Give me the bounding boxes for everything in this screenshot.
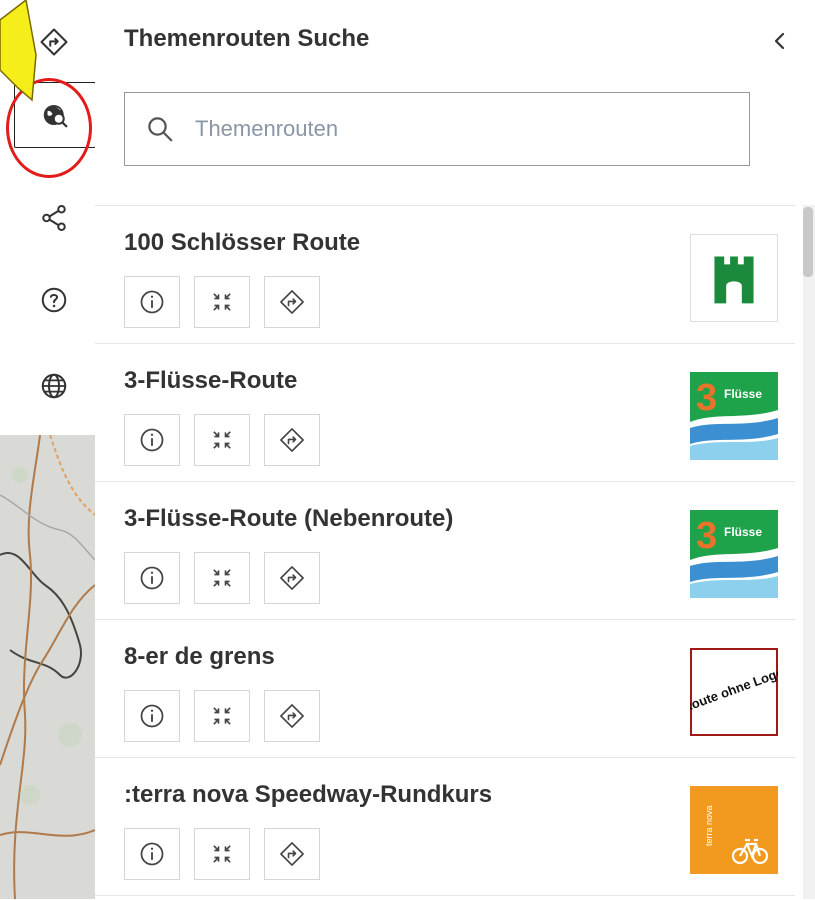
collapse-arrows-icon [213, 293, 231, 311]
info-icon [140, 704, 164, 728]
zoom-to-route-button[interactable] [194, 690, 250, 742]
zoom-to-route-button[interactable] [194, 414, 250, 466]
list-scrollbar[interactable] [803, 205, 815, 899]
logo-text: terra nova [704, 805, 714, 846]
list-item: 3-Flüsse-Route (Nebenroute) 3 Flüsse [95, 482, 795, 620]
info-icon [140, 842, 164, 866]
scrollbar-thumb[interactable] [803, 207, 813, 277]
route-title: 100 Schlösser Route [124, 229, 361, 256]
route-list[interactable]: 100 Schlösser Route 3-Flüsse-Route 3 Flü… [95, 205, 795, 900]
route-directions-button[interactable] [264, 552, 320, 604]
language-globe-icon [41, 373, 67, 399]
zoom-to-route-button[interactable] [194, 552, 250, 604]
directions-icon [280, 842, 304, 866]
route-ohne-logo: Route ohne Logo [690, 648, 778, 736]
zoom-to-route-button[interactable] [194, 828, 250, 880]
logo-number: 3 [696, 377, 717, 419]
search-icon [148, 117, 173, 142]
route-search-panel: Themenrouten Suche 100 Schlösser Route [95, 0, 815, 899]
highlight-arrow-annotation [0, 0, 37, 102]
chevron-left-icon [774, 32, 785, 50]
route-title: 3-Flüsse-Route [124, 367, 298, 394]
terra-nova-logo: terra nova [690, 786, 778, 874]
collapse-arrows-icon [213, 431, 231, 449]
collapse-panel-button[interactable] [765, 24, 795, 58]
list-item: :terra nova Speedway-Rundkurs terra nova [95, 758, 795, 896]
collapse-arrows-icon [213, 569, 231, 587]
rail-language-button[interactable] [14, 354, 94, 418]
info-button[interactable] [124, 414, 180, 466]
directions-icon [280, 704, 304, 728]
route-directions-button[interactable] [264, 276, 320, 328]
zoom-to-route-button[interactable] [194, 276, 250, 328]
route-directions-button[interactable] [264, 414, 320, 466]
directions-icon [280, 290, 304, 314]
route-directions-button[interactable] [264, 828, 320, 880]
rail-help-button[interactable] [14, 268, 94, 332]
route-directions-button[interactable] [264, 690, 320, 742]
directions-icon [280, 428, 304, 452]
collapse-arrows-icon [213, 707, 231, 725]
share-icon [42, 205, 66, 231]
collapse-arrows-icon [213, 845, 231, 863]
info-button[interactable] [124, 552, 180, 604]
logo-text: Flüsse [724, 387, 762, 401]
panel-title: Themenrouten Suche [124, 25, 370, 52]
map-background[interactable] [0, 435, 95, 899]
help-icon [41, 287, 67, 313]
castle-logo [690, 234, 778, 322]
logo-number: 3 [696, 515, 717, 557]
route-title: 3-Flüsse-Route (Nebenroute) [124, 505, 454, 532]
rail-share-button[interactable] [14, 186, 94, 250]
info-icon [140, 290, 164, 314]
directions-icon [40, 28, 68, 56]
3-fluesse-logo: 3 Flüsse [690, 510, 778, 598]
info-icon [140, 428, 164, 452]
info-button[interactable] [124, 828, 180, 880]
route-title: :terra nova Speedway-Rundkurs [124, 781, 493, 808]
left-toolbar [0, 0, 96, 899]
list-item: 8-er de grens Route ohne Logo [95, 620, 795, 758]
info-icon [140, 566, 164, 590]
3-fluesse-logo: 3 Flüsse [690, 372, 778, 460]
directions-icon [280, 566, 304, 590]
list-item: 100 Schlösser Route [95, 206, 795, 344]
search-input[interactable] [193, 115, 697, 143]
info-button[interactable] [124, 690, 180, 742]
info-button[interactable] [124, 276, 180, 328]
list-item: 3-Flüsse-Route 3 Flüsse [95, 344, 795, 482]
logo-text: Flüsse [724, 525, 762, 539]
search-box[interactable] [124, 92, 750, 166]
route-title: 8-er de grens [124, 643, 275, 670]
